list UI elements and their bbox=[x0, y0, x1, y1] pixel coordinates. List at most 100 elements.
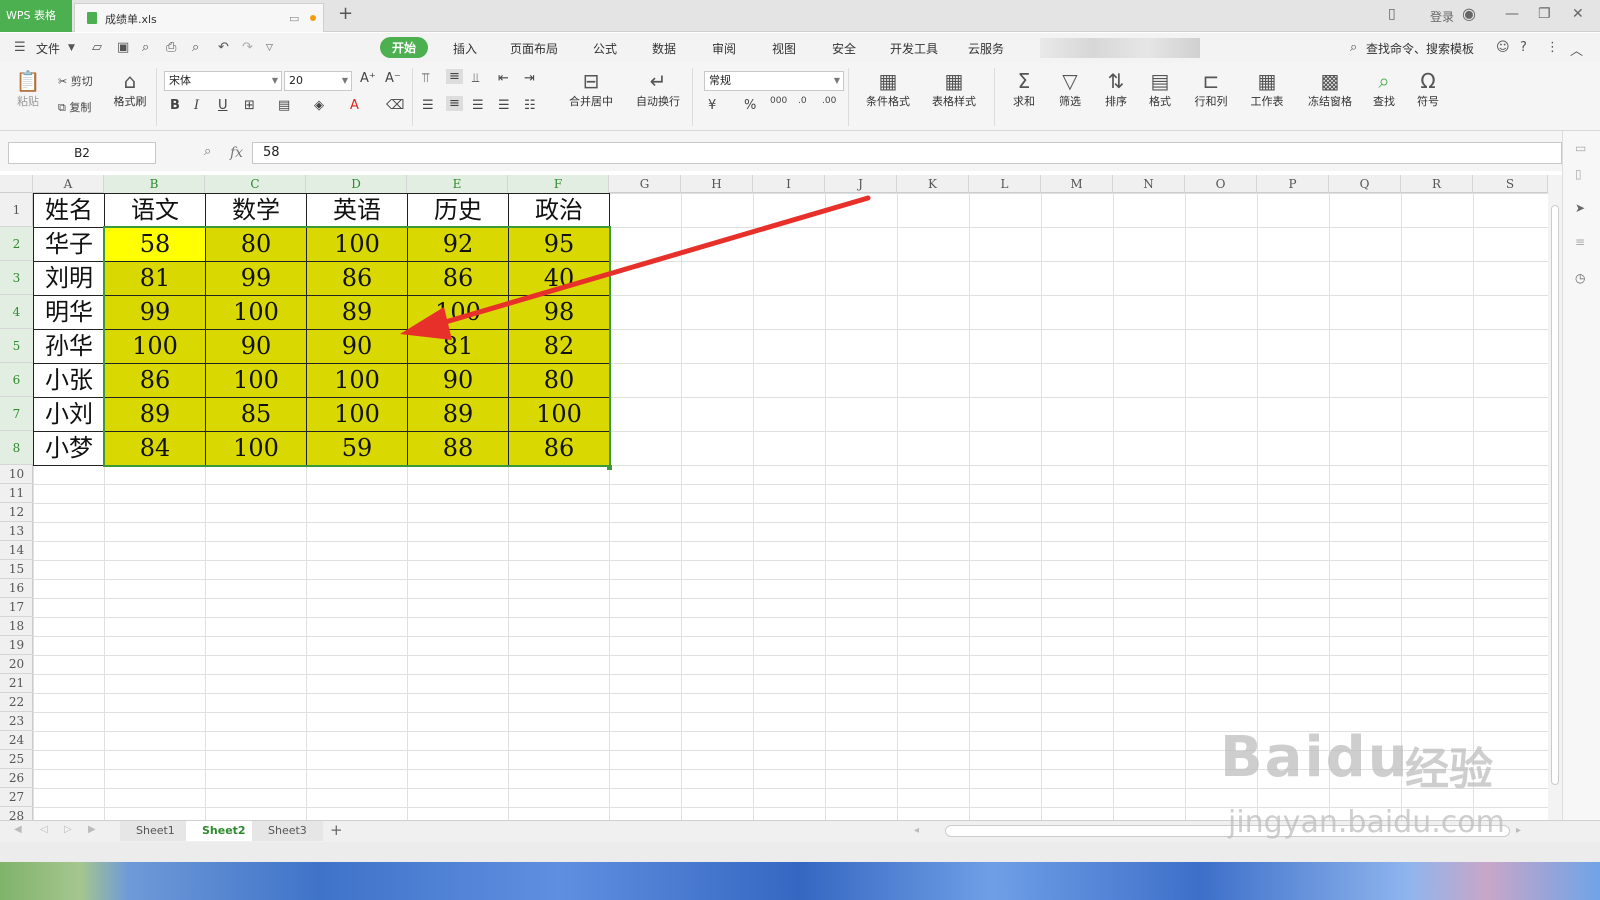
clear-icon[interactable]: ⌫ bbox=[386, 98, 404, 113]
tab-security[interactable]: 安全 bbox=[832, 40, 856, 57]
row-header[interactable]: 10 bbox=[0, 465, 33, 484]
column-header[interactable]: I bbox=[753, 175, 825, 193]
horizontal-scrollbar[interactable] bbox=[945, 825, 1510, 837]
tab-view[interactable]: 视图 bbox=[772, 40, 796, 57]
save-icon[interactable]: ▣ bbox=[117, 40, 129, 55]
row-header[interactable]: 27 bbox=[0, 788, 33, 807]
copy-button[interactable]: ⧉ 复制 bbox=[58, 99, 91, 115]
sheet-tab[interactable]: Sheet3 bbox=[252, 821, 323, 841]
name-box[interactable]: B2 bbox=[8, 142, 156, 164]
scroll-thumb[interactable] bbox=[1551, 205, 1559, 785]
underline-icon[interactable]: U bbox=[218, 98, 228, 113]
percent-icon[interactable]: % bbox=[744, 98, 756, 113]
expand-icon[interactable]: ▭ bbox=[1575, 141, 1586, 155]
thousands-icon[interactable]: 000 bbox=[770, 96, 787, 106]
align-right-icon[interactable]: ☰ bbox=[472, 98, 484, 113]
column-header[interactable]: E bbox=[407, 175, 508, 193]
border-icon[interactable]: ⊞ bbox=[244, 98, 255, 113]
justify-icon[interactable]: ☰ bbox=[498, 98, 510, 113]
row-header[interactable]: 15 bbox=[0, 560, 33, 579]
row-header[interactable]: 11 bbox=[0, 484, 33, 503]
row-header[interactable]: 24 bbox=[0, 731, 33, 750]
sheet-tab-active[interactable]: Sheet2 bbox=[186, 821, 262, 841]
column-header[interactable]: G bbox=[609, 175, 681, 193]
tab-cloud[interactable]: 云服务 bbox=[968, 40, 1004, 57]
distribute-icon[interactable]: ☷ bbox=[524, 98, 536, 113]
redo-icon[interactable]: ↷ bbox=[242, 40, 253, 55]
align-top-icon[interactable]: ⫪ bbox=[422, 71, 429, 86]
hamburger-icon[interactable]: ☰ bbox=[14, 40, 26, 55]
row-col-button[interactable]: ⊏ 行和列 bbox=[1186, 69, 1236, 109]
row-header[interactable]: 19 bbox=[0, 636, 33, 655]
row-header[interactable]: 16 bbox=[0, 579, 33, 598]
login-link[interactable]: 登录 bbox=[1430, 8, 1454, 25]
table-style-button[interactable]: ▦ 表格样式 bbox=[922, 69, 986, 109]
tab-review[interactable]: 审阅 bbox=[712, 40, 736, 57]
sheet-tab[interactable]: Sheet1 bbox=[120, 821, 191, 841]
fill-pattern-icon[interactable]: ▤ bbox=[278, 98, 290, 113]
tab-insert[interactable]: 插入 bbox=[453, 40, 477, 57]
name-cell[interactable]: 小刘 bbox=[33, 397, 105, 432]
column-header[interactable]: S bbox=[1473, 175, 1548, 193]
header-cell[interactable]: 政治 bbox=[508, 193, 610, 228]
format-button[interactable]: ▤ 格式 bbox=[1140, 69, 1180, 109]
row-header[interactable]: 6 bbox=[0, 363, 33, 397]
print-icon[interactable]: ⎙ bbox=[166, 40, 176, 55]
column-header[interactable]: K bbox=[897, 175, 969, 193]
sum-button[interactable]: Σ 求和 bbox=[1004, 69, 1044, 109]
column-header[interactable]: B bbox=[104, 175, 205, 193]
customize-icon[interactable]: ▽ bbox=[266, 43, 273, 53]
name-cell[interactable]: 华子 bbox=[33, 227, 105, 262]
column-header[interactable]: D bbox=[306, 175, 407, 193]
row-header[interactable]: 8 bbox=[0, 431, 33, 465]
column-header[interactable]: P bbox=[1257, 175, 1329, 193]
column-header[interactable]: R bbox=[1401, 175, 1473, 193]
feedback-icon[interactable]: ☺ bbox=[1496, 40, 1510, 55]
conditional-format-button[interactable]: ▦ 条件格式 bbox=[856, 69, 920, 109]
worksheet-button[interactable]: ▦ 工作表 bbox=[1242, 69, 1292, 109]
spreadsheet-grid[interactable]: A B C D E F G H I J K L M N O P Q R S 1 … bbox=[0, 175, 1548, 820]
tab-page-layout[interactable]: 页面布局 bbox=[510, 40, 558, 57]
search-icon[interactable]: ⌕ bbox=[1350, 40, 1357, 55]
row-header[interactable]: 1 bbox=[0, 193, 33, 227]
row-header[interactable]: 18 bbox=[0, 617, 33, 636]
column-header[interactable]: M bbox=[1041, 175, 1113, 193]
command-search[interactable]: 查找命令、搜索模板 bbox=[1366, 40, 1474, 57]
align-middle-icon[interactable]: ≡ bbox=[446, 69, 463, 84]
doc-icon[interactable]: ▯ bbox=[1575, 167, 1582, 181]
collapse-ribbon-icon[interactable]: ︿ bbox=[1570, 40, 1583, 59]
column-header[interactable]: O bbox=[1185, 175, 1257, 193]
history-icon[interactable]: ◷ bbox=[1575, 271, 1585, 285]
row-header[interactable]: 14 bbox=[0, 541, 33, 560]
prev-sheet-icon[interactable]: ◁ bbox=[40, 824, 48, 835]
wrap-text-button[interactable]: ↵ 自动换行 bbox=[630, 69, 686, 109]
symbol-button[interactable]: Ω 符号 bbox=[1408, 69, 1448, 109]
row-header[interactable]: 2 bbox=[0, 227, 33, 261]
format-painter-button[interactable]: ⌂ 格式刷 bbox=[110, 69, 150, 109]
formula-input[interactable]: 58 bbox=[252, 142, 1562, 164]
row-header[interactable]: 23 bbox=[0, 712, 33, 731]
paste-button[interactable]: 📋 粘贴 bbox=[10, 69, 46, 109]
name-cell[interactable]: 小梦 bbox=[33, 431, 105, 466]
row-header[interactable]: 26 bbox=[0, 769, 33, 788]
number-format-select[interactable]: 常规 ▼ bbox=[704, 71, 844, 91]
fill-handle[interactable] bbox=[607, 465, 612, 470]
zoom-icon[interactable]: ⌕ bbox=[204, 144, 211, 159]
row-header[interactable]: 20 bbox=[0, 655, 33, 674]
align-center-icon[interactable]: ≡ bbox=[446, 96, 463, 111]
screen-icon[interactable]: ▭ bbox=[289, 12, 299, 25]
row-header[interactable]: 13 bbox=[0, 522, 33, 541]
header-cell[interactable]: 历史 bbox=[407, 193, 509, 228]
document-tab[interactable]: 成绩单.xls ▭ bbox=[74, 3, 324, 32]
avatar-icon[interactable]: ◉ bbox=[1462, 4, 1476, 23]
scroll-left-icon[interactable]: ◂ bbox=[914, 825, 919, 836]
align-left-icon[interactable]: ☰ bbox=[422, 98, 434, 113]
column-header[interactable]: C bbox=[205, 175, 306, 193]
currency-icon[interactable]: ¥ bbox=[708, 98, 716, 113]
minimize-icon[interactable]: — bbox=[1505, 6, 1519, 22]
name-cell[interactable]: 小张 bbox=[33, 363, 105, 398]
close-icon[interactable]: ✕ bbox=[1572, 6, 1584, 22]
header-cell[interactable]: 语文 bbox=[104, 193, 206, 228]
new-tab-button[interactable]: + bbox=[338, 3, 353, 24]
cut-button[interactable]: ✂ 剪切 bbox=[58, 73, 93, 89]
